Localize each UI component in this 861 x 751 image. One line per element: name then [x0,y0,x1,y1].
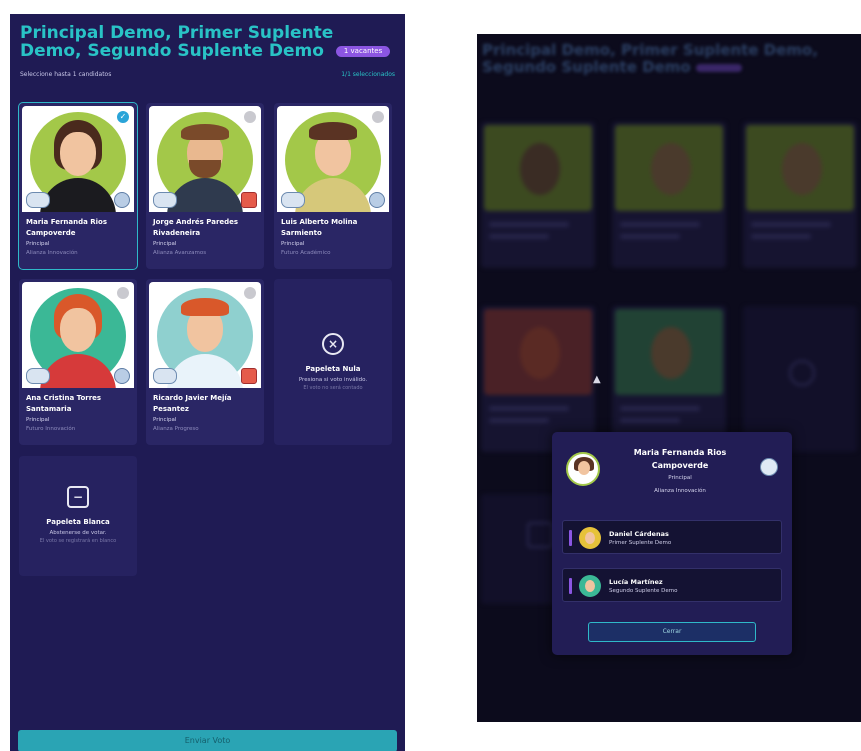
candidate-detail-modal: Maria Fernanda Rios Campoverde Principal… [552,432,792,655]
candidate-name: Jorge Andrés Paredes Rivadeneira [153,218,239,237]
candidate-photo [149,282,261,388]
party-logo-icon [26,368,50,384]
dimmed-candidate-card [481,306,595,452]
null-ballot-option[interactable]: × Papeleta Nula Presiona si voto inválid… [274,279,392,445]
candidate-card[interactable]: Ana Cristina Torres Santamaria Principal… [19,279,137,445]
blank-ballot-note: El voto se registrará en blanco [39,538,117,544]
dimmed-null-ballot [743,306,857,452]
candidate-photo: ✓ [22,106,134,212]
substitute-avatar [579,575,601,597]
party-logo-icon [26,192,50,208]
substitute-role: Segundo Suplente Demo [609,588,678,594]
party-logo-icon [153,192,177,208]
substitute-name: Daniel Cárdenas [609,530,669,538]
candidate-role: Principal [281,241,305,247]
null-ballot-note: El voto no será contado [303,385,363,391]
candidate-party: Alianza Avanzamos [153,250,207,256]
submit-vote-button[interactable]: Enviar Voto [18,730,397,751]
party-emblem-icon [369,192,385,208]
substitute-avatar [579,527,601,549]
party-shield-icon [241,192,257,208]
dimmed-candidate-card [612,122,726,268]
blank-ballot-option[interactable]: − Papeleta Blanca Abstenerse de votar. E… [19,456,137,576]
candidate-photo [22,282,134,388]
checkbox-icon [244,287,256,299]
candidate-party: Alianza Innovación [26,250,78,256]
modal-candidate-role: Principal [668,475,692,481]
candidate-role: Principal [26,417,50,423]
candidate-party: Futuro Académico [281,250,331,256]
candidate-party: Alianza Progreso [153,426,199,432]
party-emblem-icon [114,368,130,384]
substitute-name: Lucía Martínez [609,578,663,586]
null-ballot-description: Presiona si voto inválido. [298,377,368,383]
x-circle-icon: × [322,333,344,355]
party-shield-icon [241,368,257,384]
dimmed-candidate-card [612,306,726,452]
dimmed-ballot-title-text: Principal Demo, Primer Suplente Demo, Se… [482,41,818,76]
candidate-avatar [566,452,600,486]
modal-candidate-name: Maria Fernanda Rios Campoverde [633,448,727,470]
substitute-item: Lucía Martínez Segundo Suplente Demo [562,568,782,602]
candidate-role: Principal [153,241,177,247]
ballot-title: Principal Demo, Primer Suplente Demo, Se… [20,24,398,60]
party-logo-icon [153,368,177,384]
party-logo-icon [281,192,305,208]
selection-instruction: Seleccione hasta 1 candidatos [20,71,112,78]
candidate-photo [277,106,389,212]
candidate-name: Luis Alberto Molina Sarmiento [281,218,358,237]
candidate-photo [149,106,261,212]
checkbox-icon [244,111,256,123]
mouse-cursor-icon: ▲ [593,374,601,385]
minus-square-icon: − [67,486,89,508]
substitute-item: Daniel Cárdenas Primer Suplente Demo [562,520,782,554]
dimmed-candidate-card [481,122,595,268]
checkbox-icon [117,287,129,299]
blank-ballot-title: Papeleta Blanca [46,518,110,526]
substitute-role: Primer Suplente Demo [609,540,672,546]
party-emblem-icon [114,192,130,208]
checkbox-icon [372,111,384,123]
vacancies-badge: 1 vacantes [335,45,391,57]
ballot-screen: Principal Demo, Primer Suplente Demo, Se… [10,14,405,751]
candidate-card[interactable]: ✓ Maria Fernanda Rios Campoverde Princip… [19,103,137,269]
checkmark-icon: ✓ [117,111,129,123]
candidate-card[interactable]: Luis Alberto Molina Sarmiento Principal … [274,103,392,269]
null-ballot-title: Papeleta Nula [305,365,361,373]
candidate-name: Ana Cristina Torres Santamaria [26,394,102,413]
modal-candidate-party: Alianza Innovación [654,488,706,494]
blank-ballot-description: Abstenerse de votar. [49,530,107,536]
dimmed-candidate-card [743,122,857,268]
candidate-name: Ricardo Javier Mejía Pesantez [153,394,232,413]
candidate-role: Principal [153,417,177,423]
close-button[interactable]: Cerrar [588,622,756,642]
candidate-party: Futuro Innovación [26,426,76,432]
candidate-role: Principal [26,241,50,247]
dimmed-ballot-title: Principal Demo, Primer Suplente Demo, Se… [482,42,852,76]
candidate-name: Maria Fernanda Rios Campoverde [26,218,108,237]
candidate-card[interactable]: Jorge Andrés Paredes Rivadeneira Princip… [146,103,264,269]
party-emblem-icon [760,458,778,476]
ballot-title-text: Principal Demo, Primer Suplente Demo, Se… [20,23,334,61]
selected-count: 1/1 seleccionados [341,71,395,78]
candidate-card[interactable]: Ricardo Javier Mejía Pesantez Principal … [146,279,264,445]
